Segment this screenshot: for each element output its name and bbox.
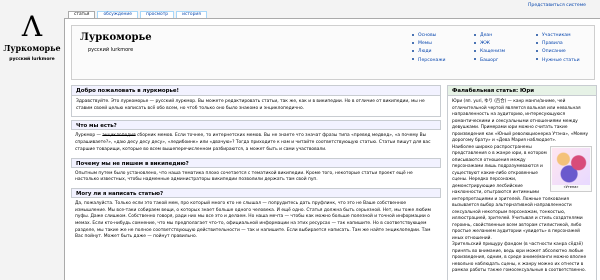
featured-image[interactable]: «Утена» [550,145,592,192]
page-title: Луркоморье [80,32,152,43]
portal-column: Участникам Правила Описание Нужные стать… [536,32,596,65]
featured-heading[interactable]: Фалабельная статья: Юри [448,86,596,96]
portal-link[interactable]: Кащенизм [474,48,534,56]
featured-article-box: Фалабельная статья: Юри Юри (яп. yuri, ゆ… [447,85,597,280]
site-logo[interactable]: Λ Луркоморье русский lurkmore [0,0,64,72]
struck-word: энциклопедия [102,133,136,139]
section-can-heading: Могу ли я написать статью? [71,187,441,198]
login-link[interactable]: Представиться системе [528,3,586,8]
logo-glyph: Λ [21,10,43,43]
portal-link[interactable]: Участникам [536,32,596,40]
left-column: Добро пожаловать в луркморье! Здравствуй… [71,85,441,244]
anime-illustration [552,147,590,185]
tab-discussion[interactable]: обсуждение [97,11,138,18]
section-what-text: Луркмор — энциклопедия сборник мемов. Ес… [75,133,431,152]
logo-name: Луркоморье [3,43,61,53]
section-why-text: Опытным путем было установлено, что наша… [75,170,413,183]
content-area: Луркоморье русский lurkmore Основы Мемы … [64,18,600,280]
main-page-header: Луркоморье русский lurkmore Основы Мемы … [71,25,595,80]
welcome-text: Здравствуйте. Это луркоморье — русский л… [76,99,425,111]
portal-link[interactable]: Мемы [412,40,472,48]
portal-link[interactable]: Нужные статьи [536,57,596,65]
section-can-text: Да, пожалуйста. Только если это такой ме… [75,200,431,240]
portal-link[interactable]: Правила [536,40,596,48]
portal-link[interactable]: Люди [412,48,472,56]
tab-history[interactable]: история [176,11,207,18]
portal-link[interactable]: Башорг [474,57,534,65]
portal-column: Деан ЖЖ Кащенизм Башорг [474,32,534,65]
portal-link[interactable]: ЖЖ [474,40,534,48]
portal-link[interactable]: Описание [536,48,596,56]
section-what-heading: Что мы есть? [71,120,441,131]
featured-paragraph: Юри (яп. yuri, ゆり (百合) — канр манги/аним… [452,99,589,143]
image-caption: «Утена» [563,184,579,189]
welcome-box: Добро пожаловать в луркморье! Здравствуй… [71,85,441,118]
portal-column: Основы Мемы Люди Персонажи [412,32,472,65]
welcome-heading: Добро пожаловать в луркморье! [72,86,440,96]
portal-link[interactable]: Персонажи [412,57,472,65]
logo-subtitle: русский lurkmore [9,57,55,62]
section-why-heading: Почему мы не пишем в википедию? [71,157,441,168]
page-tabs: статья обсуждение просмотр история [68,11,207,18]
featured-body: Юри (яп. yuri, ゆり (百合) — канр манги/аним… [448,96,596,278]
portal-link[interactable]: Основы [412,32,472,40]
page-subtitle: русский lurkmore [88,47,134,53]
featured-paragraph: Зрительский прищуру фандом (в частности … [452,242,587,273]
tab-view-source[interactable]: просмотр [139,11,175,18]
portal-link[interactable]: Деан [474,32,534,40]
tab-article[interactable]: статья [68,11,96,18]
